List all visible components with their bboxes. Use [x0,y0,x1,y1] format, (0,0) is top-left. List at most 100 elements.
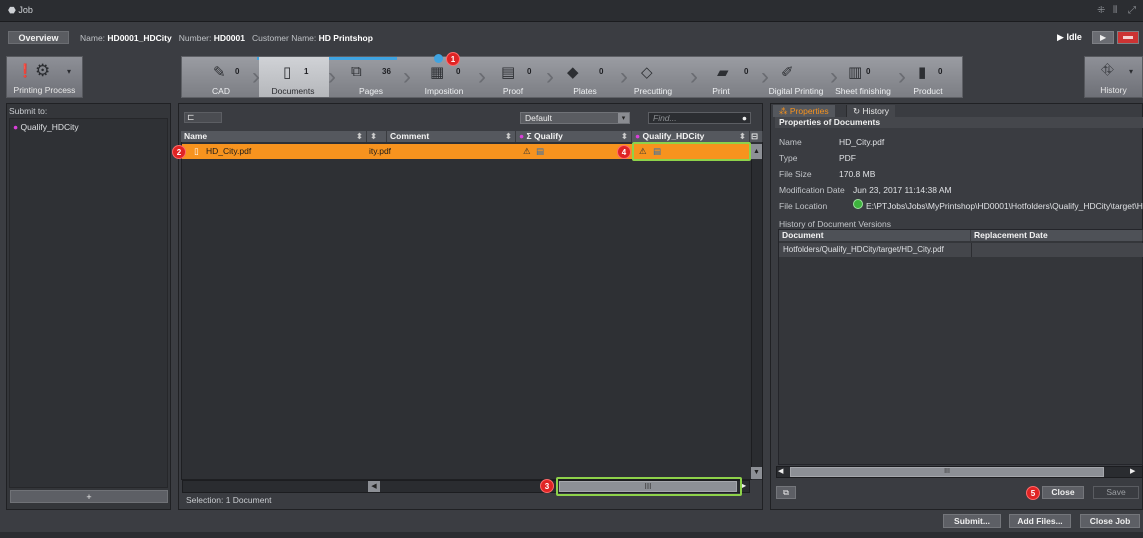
sheet-finishing-icon: ▥ [848,64,863,81]
add-files-button[interactable]: Add Files... [1009,514,1071,528]
column-header-qualify-hdcity[interactable]: ● Qualify_HDCity ⬍ [632,131,750,142]
callout-badge-2: 2 [172,145,186,159]
digital-printing-icon: ✐ [781,64,794,81]
submit-button[interactable]: Submit... [943,514,1001,528]
compare-button[interactable]: ⧉ [776,486,796,499]
section-title: Properties of Documents [775,117,1143,128]
step-plates[interactable]: ◆ 0 Plates [553,57,623,97]
job-number: HD0001 [213,33,245,43]
start-button[interactable]: ▶ [1092,31,1114,44]
step-print[interactable]: ▰ 0 Print [697,57,767,97]
callout-badge-5: 5 [1026,486,1040,500]
history-table [778,229,1143,465]
table-row[interactable]: Hotfolders/Qualify_HDCity/target/HD_City… [779,243,1143,257]
column-header-blank[interactable]: ⬍ [367,131,387,142]
tab-properties[interactable]: ⁂ Properties [773,105,835,117]
column-toggle-button[interactable]: ⊏ [184,112,222,123]
step-sheet-finishing[interactable]: ▥ 0 Sheet finishing [835,57,901,97]
column-header-comment[interactable]: Comment ⬍ [387,131,516,142]
step-documents[interactable]: ▯ 1 Documents [259,57,329,97]
warning-icon[interactable]: ⚠ [523,146,531,157]
status-ok-icon [853,199,863,209]
scroll-left-button[interactable]: ◀ [778,467,786,477]
column-divider [971,243,972,257]
compare-icon: ⧉ [783,488,789,497]
vertical-scrollbar[interactable] [751,160,762,480]
bottom-border [0,532,1143,538]
sort-icon: ⬍ [355,131,363,141]
history-header-date[interactable]: Replacement Date [971,230,1143,241]
maximize-icon[interactable]: ⤢ [1128,5,1136,16]
step-precutting[interactable]: ◇ Precutting [627,57,697,97]
sort-icon: ⬍ [504,131,512,141]
chevron-down-icon: ▾ [618,113,629,123]
sort-icon: ⬍ [738,131,746,141]
history-header-document[interactable]: Document [779,230,971,241]
column-header-sum-qualify[interactable]: ● Σ Qualify ⬍ [516,131,632,142]
find-input[interactable]: Find... ● [648,112,751,124]
list-item[interactable]: ● Qualify_HDCity [13,122,79,132]
submit-to-header: Submit to: [9,106,48,116]
hotfolder-icon: ● [519,131,525,141]
printing-process-button[interactable]: ❗ ⚙ ▾ Printing Process [6,56,83,98]
filter-select[interactable]: Default ▾ [520,112,630,124]
prop-value: PDF [839,153,856,163]
step-cad[interactable]: ✎ 0 CAD [187,57,257,97]
prop-value: Jun 23, 2017 11:14:38 AM [853,185,952,195]
add-hotfolder-button[interactable]: + [10,490,168,503]
job-name: HD0001_HDCity [107,33,172,43]
scroll-right-button[interactable]: ▶ [1130,467,1140,477]
hotfolder-icon: ● [635,131,641,141]
history-button[interactable]: ⛗ ▾ History [1084,56,1143,98]
documents-icon: ▯ [283,64,292,81]
prop-label: Modification Date [779,185,845,195]
highlight-qualify-cell [632,142,751,161]
column-header-name[interactable]: Name ⬍ [181,131,367,142]
step-pages[interactable]: ⧉ 36 Pages [335,57,405,97]
print-icon: ▰ [717,64,729,81]
info-icon: ❗ [17,63,34,78]
selection-status: Selection: 1 Document [186,495,272,505]
column-chooser-icon: ⊟ [751,131,759,141]
status-idle: ▶ Idle [1057,32,1082,42]
vertical-scroll-up[interactable]: ▲ [751,144,762,159]
plates-icon: ◆ [567,64,579,81]
step-digital-printing[interactable]: ✐ Digital Printing [767,57,832,97]
step-imposition[interactable]: ▦ 0 Imposition [410,54,480,97]
workflow-bar: ✎ 0 CAD › ▯ 1 Documents › ⧉ 36 Pages › ▦… [181,54,963,98]
tab-history[interactable]: ↻ History [846,105,895,117]
step-proof[interactable]: ▤ 0 Proof [485,57,547,97]
close-button[interactable]: Close [1042,486,1084,499]
close-job-button[interactable]: Close Job [1080,514,1140,528]
prop-label: File Size [779,169,812,179]
history-title: History of Document Versions [779,219,891,229]
stop-button[interactable] [1117,31,1139,44]
pin-icon[interactable]: ⁜ [1097,5,1105,16]
app-icon: ⬣ [8,5,16,15]
report-icon[interactable]: ▤ [536,146,544,157]
save-button[interactable]: Save [1093,486,1139,499]
prop-label: Type [779,153,798,163]
overview-button[interactable]: Overview [8,31,69,44]
imposition-icon: ▦ [430,64,445,81]
customer-name: HD Printshop [318,33,373,43]
vertical-scroll-down[interactable]: ▼ [751,467,762,479]
job-info: Name: HD0001_HDCity Number: HD0001 Custo… [80,33,373,43]
scroll-left-button[interactable]: ◀ [368,481,380,492]
play-icon: ▶ [1057,32,1064,42]
search-icon: ● [741,113,747,123]
title-bar: ⬣ Job ⁜ ⫴ ⤢ [0,0,1143,22]
sort-icon: ⬍ [370,131,378,141]
prop-value: HD_City.pdf [839,137,885,147]
sort-icon: ⬍ [620,131,628,141]
column-chooser-button[interactable]: ⊟ [750,131,763,142]
prop-value: 170.8 MB [839,169,876,179]
step-product[interactable]: ▮ 0 Product [904,57,962,97]
columns-icon[interactable]: ⫴ [1113,5,1117,16]
pages-icon: ⧉ [351,63,362,80]
scroll-thumb[interactable]: III [790,467,1104,477]
window-title: ⬣ Job [8,5,33,15]
properties-icon: ⁂ [779,106,788,116]
columns-icon: ⊏ [187,112,195,122]
documents-table [181,131,763,480]
